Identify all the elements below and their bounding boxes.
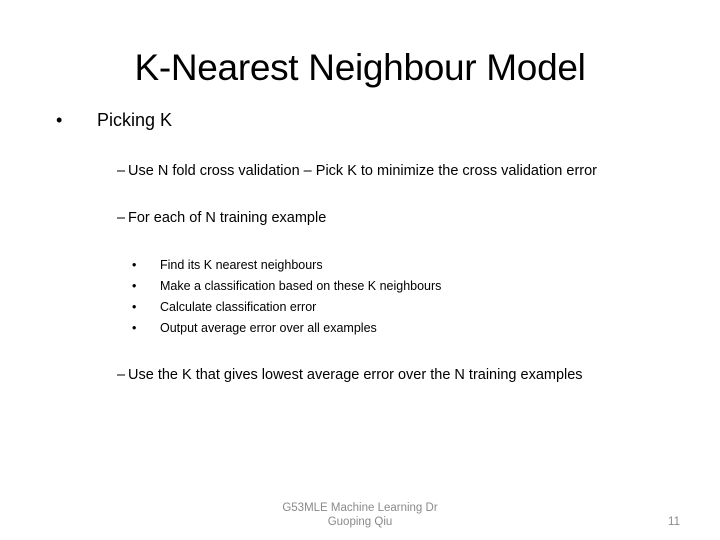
sub-bullet-text: Use the K that gives lowest average erro… [128,367,583,383]
bullet-marker: • [132,300,137,314]
dash-marker: – [117,163,126,179]
slide-title: K-Nearest Neighbour Model [134,47,586,88]
dash-marker: – [117,367,126,383]
slide: K-Nearest Neighbour Model • Picking K – … [0,0,720,540]
step-text: Find its K nearest neighbours [160,258,323,272]
step-text: Output average error over all examples [160,321,377,335]
footer-course-line1: G53MLE Machine Learning Dr [282,502,438,514]
bullet-marker: • [56,110,63,130]
step-text: Calculate classification error [160,300,317,314]
bullet-marker: • [132,279,137,293]
sub-bullet-text: For each of N training example [128,210,327,226]
bullet-marker: • [132,258,137,272]
dash-marker: – [117,210,126,226]
bullet-text: Picking K [97,110,173,130]
footer-course-line2: Guoping Qiu [327,516,393,528]
sub-bullet-text: Use N fold cross validation – Pick K to … [128,163,598,179]
step-text: Make a classification based on these K n… [160,279,442,293]
footer-course-info: G53MLE Machine Learning Dr Guoping Qiu [246,501,474,529]
slide-number: 11 [668,516,680,528]
bullet-marker: • [132,321,137,335]
